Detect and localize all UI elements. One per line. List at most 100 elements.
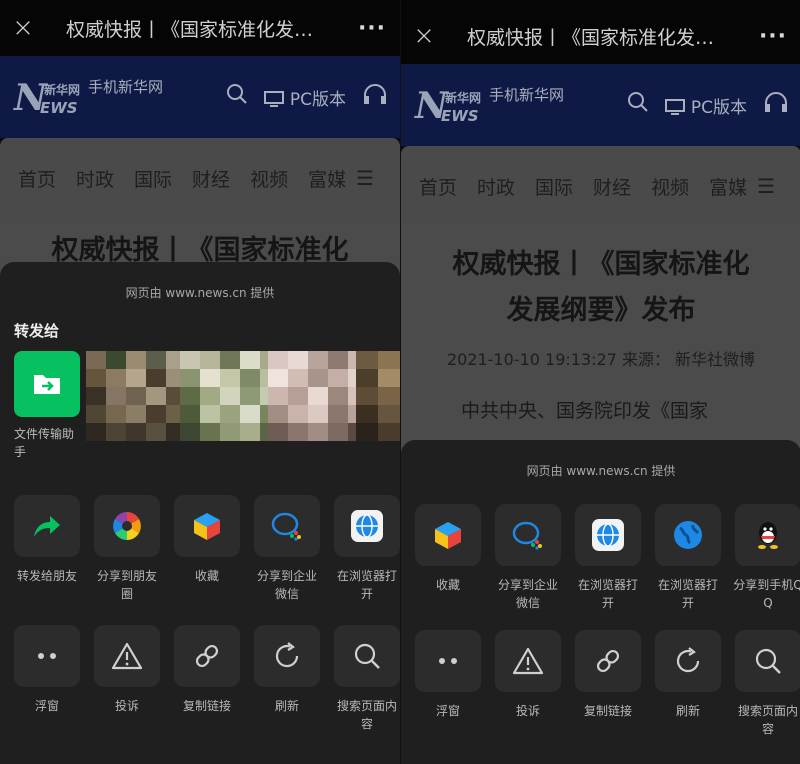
top-bar: × 权威快报丨《国家标准化发… ··· xyxy=(401,8,800,64)
nav-bar: 首页 时政 国际 财经 视频 富媒 ☰ xyxy=(0,138,400,218)
forward-to-title: 转发给 xyxy=(14,322,60,340)
headphones-icon[interactable] xyxy=(763,90,789,120)
warning-icon xyxy=(94,625,160,687)
provider-text: 网页由 www.news.cn 提供 xyxy=(526,464,676,478)
share-moments-button[interactable]: 分享到朋友圈 xyxy=(94,495,160,607)
link-icon xyxy=(174,625,240,687)
monitor-icon xyxy=(264,90,285,107)
complain-button[interactable]: 投诉 xyxy=(94,625,160,737)
share-qq-button[interactable]: 分享到手机QQ xyxy=(733,504,800,616)
qq-icon xyxy=(735,504,800,566)
blurred-avatar[interactable] xyxy=(356,351,400,441)
forward-to-friend-button[interactable]: 转发给朋友 xyxy=(14,495,80,607)
share-wecom-button[interactable]: 分享到企业微信 xyxy=(254,495,320,607)
complain-button[interactable]: 投诉 xyxy=(495,630,561,742)
globe-icon xyxy=(655,504,721,566)
blurred-avatar[interactable] xyxy=(180,351,280,441)
search-icon[interactable] xyxy=(627,91,649,119)
float-window-icon xyxy=(14,625,80,687)
nav-item-politics[interactable]: 时政 xyxy=(477,173,515,200)
xinhua-logo: N 新华网 EWS xyxy=(415,85,482,127)
file-transfer-icon xyxy=(14,351,80,417)
provider-text: 网页由 www.news.cn 提供 xyxy=(125,286,275,300)
menu-icon[interactable]: ☰ xyxy=(757,174,775,198)
float-window-button[interactable]: 浮窗 xyxy=(14,625,80,737)
favorite-cube-icon xyxy=(174,495,240,557)
browser-icon xyxy=(334,495,400,557)
nav-item-home[interactable]: 首页 xyxy=(419,173,457,200)
share-options-row: 收藏 分享到企业微信 在浏览器打开 在浏览器打开 分享到手机QQ xyxy=(401,504,800,616)
contact-list: 文件传输助手 xyxy=(0,351,400,481)
site-header: N 新华网 EWS 手机新华网 PC版本 xyxy=(0,56,400,138)
nav-item-finance[interactable]: 财经 xyxy=(593,173,631,200)
open-in-system-browser-button[interactable]: 在浏览器打开 xyxy=(655,504,721,616)
browser-icon xyxy=(575,504,641,566)
share-sheet: 网页由 www.news.cn 提供 收藏 分享到企业微信 在浏览器打开 在浏览… xyxy=(401,440,800,764)
open-in-browser-button[interactable]: 在浏览器打开 xyxy=(575,504,641,616)
pc-version-link[interactable]: PC版本 xyxy=(665,93,747,118)
forward-arrow-icon xyxy=(14,495,80,557)
nav-item-home[interactable]: 首页 xyxy=(18,165,56,192)
refresh-icon xyxy=(254,625,320,687)
nav-item-world[interactable]: 国际 xyxy=(535,173,573,200)
blurred-avatar[interactable] xyxy=(86,351,186,441)
share-sheet: 网页由 www.news.cn 提供 转发给 文件传输助手 转发给朋友 分享到朋… xyxy=(0,262,400,764)
float-window-button[interactable]: 浮窗 xyxy=(415,630,481,742)
wecom-icon xyxy=(495,504,561,566)
close-icon[interactable]: × xyxy=(0,13,46,43)
action-options-row: 浮窗 投诉 复制链接 刷新 搜索页面内容 xyxy=(0,625,400,737)
nav-item-world[interactable]: 国际 xyxy=(134,165,172,192)
nav-item-rich-media[interactable]: 富媒 xyxy=(709,173,747,200)
nav-bar: 首页 时政 国际 财经 视频 富媒 ☰ xyxy=(401,146,800,226)
moments-icon xyxy=(94,495,160,557)
contact-file-transfer[interactable]: 文件传输助手 xyxy=(14,351,80,461)
top-bar: × 权威快报丨《国家标准化发… ··· xyxy=(0,0,400,56)
favorite-button[interactable]: 收藏 xyxy=(174,495,240,607)
warning-icon xyxy=(495,630,561,692)
article-lead: 中共中央、国务院印发《国家 xyxy=(461,400,709,422)
refresh-button[interactable]: 刷新 xyxy=(655,630,721,742)
right-screen: × 权威快报丨《国家标准化发… ··· N 新华网 EWS 手机新华网 PC版本… xyxy=(401,0,800,764)
close-icon[interactable]: × xyxy=(401,21,447,51)
refresh-icon xyxy=(655,630,721,692)
pc-version-link[interactable]: PC版本 xyxy=(264,85,346,110)
menu-icon[interactable]: ☰ xyxy=(356,166,374,190)
refresh-button[interactable]: 刷新 xyxy=(254,625,320,737)
blurred-avatar[interactable] xyxy=(268,351,368,441)
search-page-button[interactable]: 搜索页面内容 xyxy=(334,625,400,737)
nav-item-video[interactable]: 视频 xyxy=(651,173,689,200)
copy-link-button[interactable]: 复制链接 xyxy=(174,625,240,737)
favorite-cube-icon xyxy=(415,504,481,566)
more-options-icon[interactable]: ··· xyxy=(344,16,400,41)
link-icon xyxy=(575,630,641,692)
search-page-button[interactable]: 搜索页面内容 xyxy=(735,630,800,742)
wecom-icon xyxy=(254,495,320,557)
monitor-icon xyxy=(665,98,686,115)
site-name: 手机新华网 xyxy=(88,77,164,96)
site-header: N 新华网 EWS 手机新华网 PC版本 xyxy=(401,64,800,146)
nav-item-finance[interactable]: 财经 xyxy=(192,165,230,192)
article-title: 权威快报丨《国家标准化 发展纲要》发布 xyxy=(452,249,750,326)
xinhua-logo: N 新华网 EWS xyxy=(14,77,81,119)
more-options-icon[interactable]: ··· xyxy=(745,24,800,49)
page-title: 权威快报丨《国家标准化发… xyxy=(467,26,715,49)
float-window-icon xyxy=(415,630,481,692)
search-icon xyxy=(334,625,400,687)
nav-item-politics[interactable]: 时政 xyxy=(76,165,114,192)
favorite-button[interactable]: 收藏 xyxy=(415,504,481,616)
page-title: 权威快报丨《国家标准化发… xyxy=(66,18,314,41)
nav-item-rich-media[interactable]: 富媒 xyxy=(308,165,346,192)
headphones-icon[interactable] xyxy=(362,82,388,112)
site-name: 手机新华网 xyxy=(489,85,565,104)
search-icon xyxy=(735,630,800,692)
contact-label: 文件传输助手 xyxy=(14,427,75,459)
share-options-row: 转发给朋友 分享到朋友圈 收藏 分享到企业微信 在浏览器打开 xyxy=(0,495,400,607)
article-meta: 2021-10-10 19:13:27 来源： 新华社微博 xyxy=(446,350,756,369)
action-options-row: 浮窗 投诉 复制链接 刷新 搜索页面内容 xyxy=(401,630,800,742)
search-icon[interactable] xyxy=(226,83,248,111)
copy-link-button[interactable]: 复制链接 xyxy=(575,630,641,742)
nav-item-video[interactable]: 视频 xyxy=(250,165,288,192)
share-wecom-button[interactable]: 分享到企业微信 xyxy=(495,504,561,616)
open-in-browser-button[interactable]: 在浏览器打开 xyxy=(334,495,400,607)
left-screen: × 权威快报丨《国家标准化发… ··· N 新华网 EWS 手机新华网 PC版本… xyxy=(0,0,400,764)
